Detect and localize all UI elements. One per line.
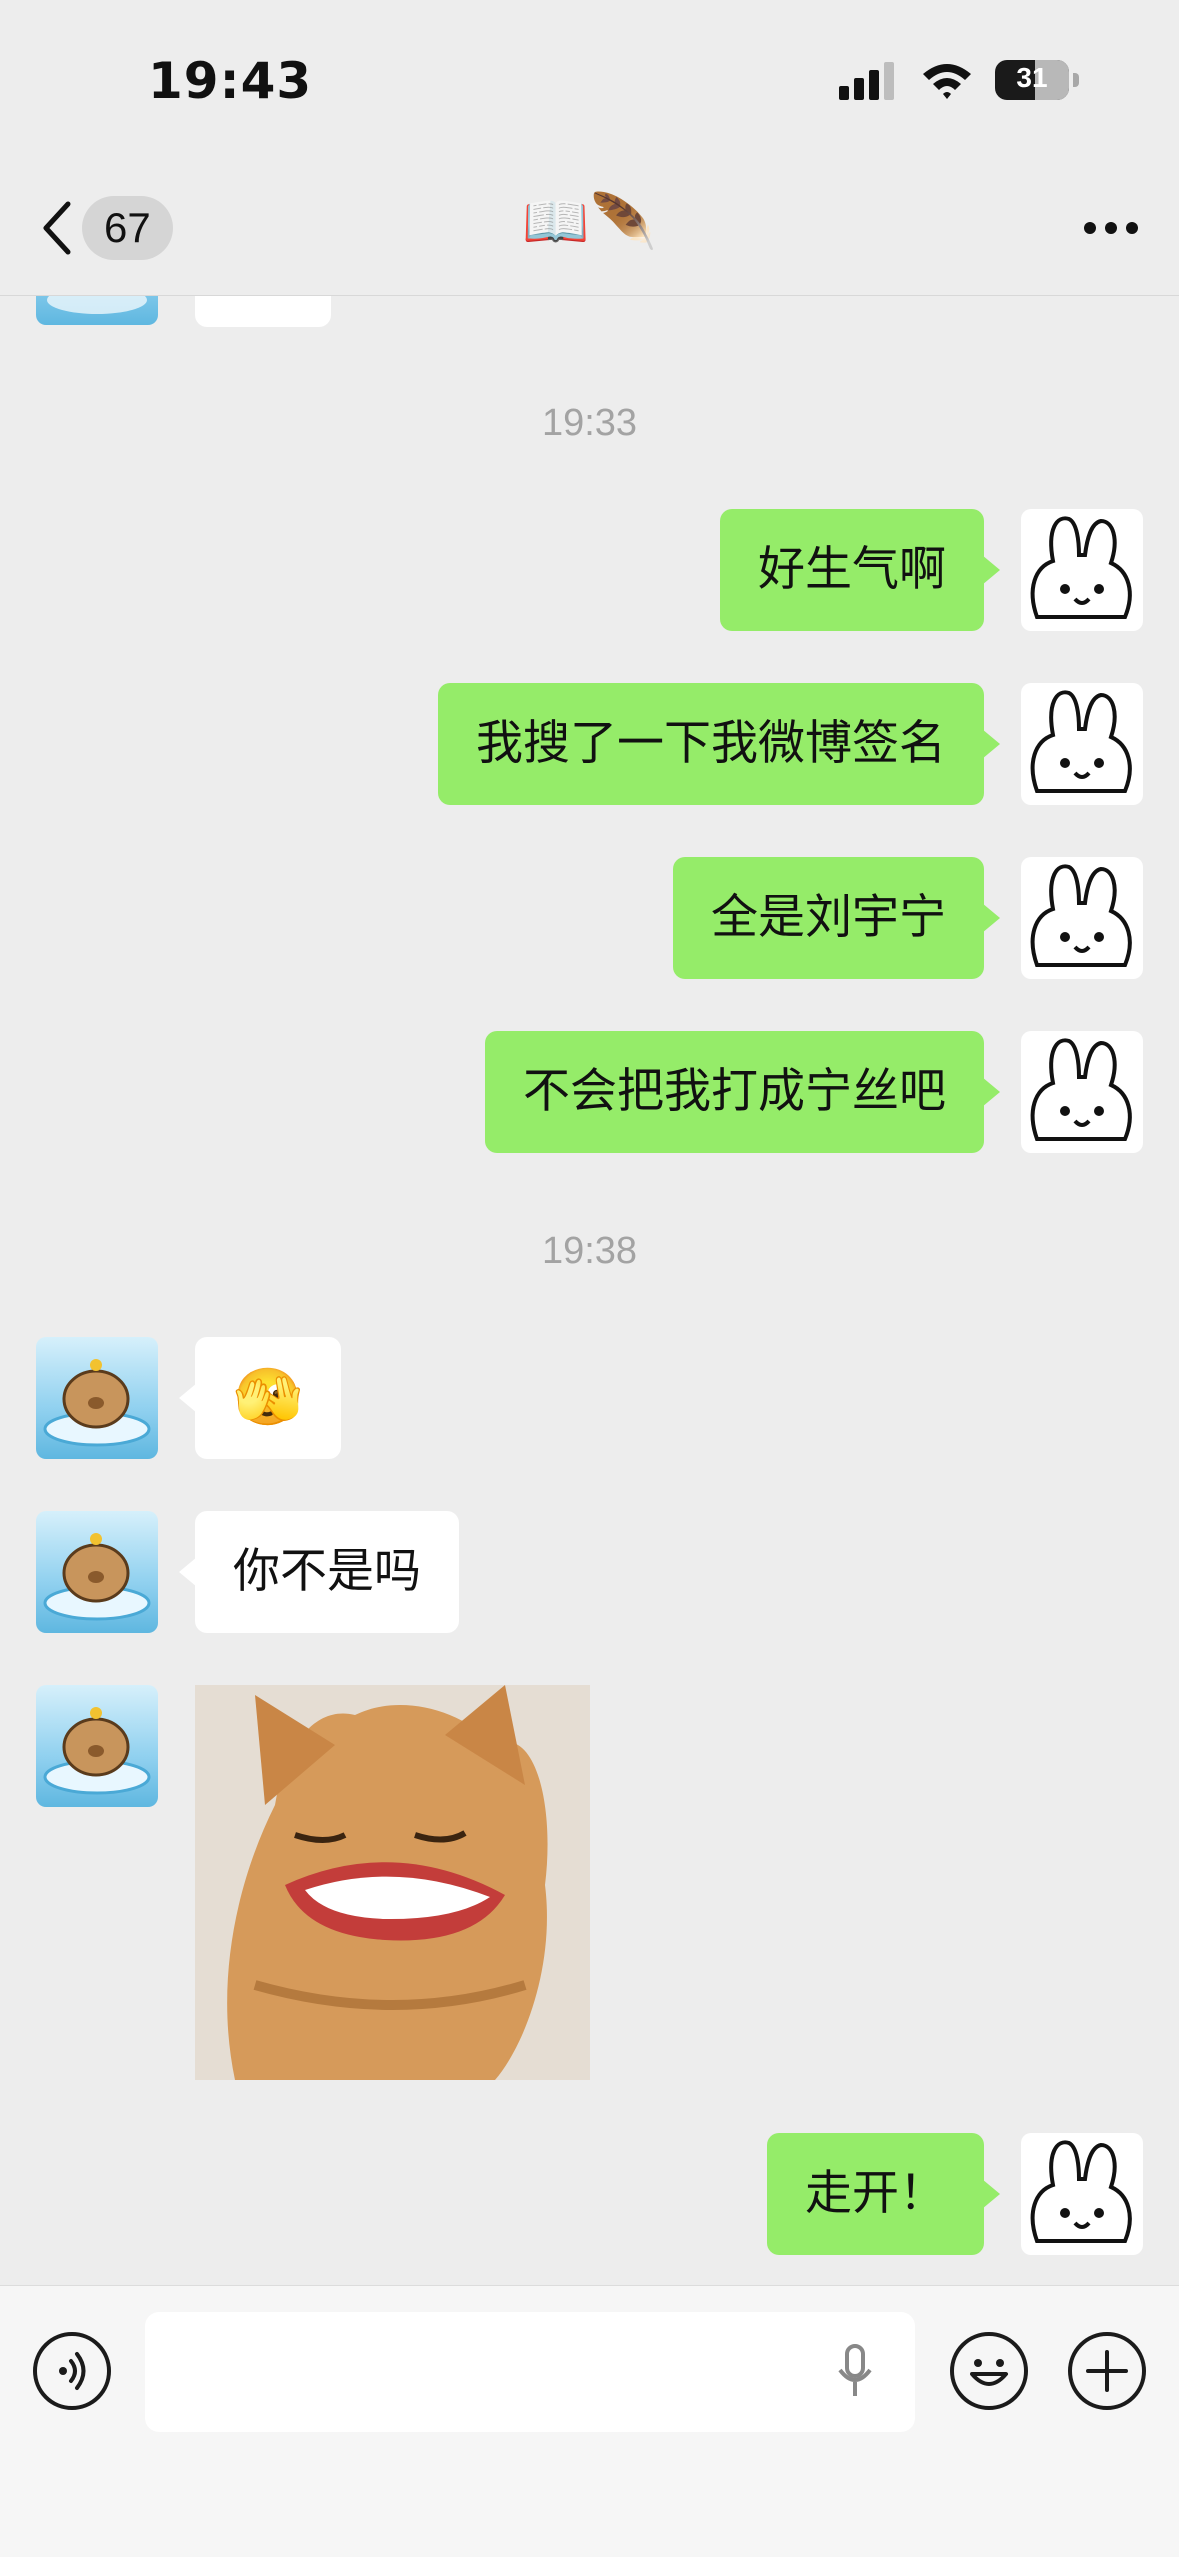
capybara-avatar-icon xyxy=(43,1359,151,1447)
emoji-icon xyxy=(970,2359,1008,2386)
sent-message[interactable]: 不会把我打成宁丝吧 xyxy=(485,1031,1000,1153)
timestamp: 19:38 xyxy=(541,1230,638,1272)
received-message[interactable]: 你不是吗 xyxy=(179,1511,459,1633)
more-button[interactable] xyxy=(1083,220,1139,239)
bunny-avatar-icon xyxy=(1030,690,1132,793)
bunny-avatar-icon xyxy=(1030,864,1132,967)
chat-title: 📖🪶 xyxy=(522,190,657,253)
received-emoji-message[interactable]: 🫣 xyxy=(179,1337,341,1459)
bunny-avatar-icon xyxy=(1030,1038,1132,1141)
cat-sticker-image[interactable] xyxy=(195,1685,590,2080)
more-icon xyxy=(1084,222,1138,234)
my-avatar[interactable] xyxy=(1021,857,1143,979)
capybara-avatar-icon xyxy=(43,1533,151,1621)
bunny-avatar-icon xyxy=(1030,2140,1132,2243)
timestamp: 19:33 xyxy=(541,402,638,444)
sent-message[interactable]: 全是刘宇宁 xyxy=(673,857,1000,979)
my-avatar[interactable] xyxy=(1021,683,1143,805)
my-avatar[interactable] xyxy=(1021,2133,1143,2255)
input-bar xyxy=(0,2285,1179,2557)
more-actions-button[interactable] xyxy=(1068,2332,1146,2410)
my-avatar[interactable] xyxy=(1021,509,1143,631)
voice-icon xyxy=(59,2352,86,2390)
my-avatar[interactable] xyxy=(1021,1031,1143,1153)
sent-message[interactable]: 好生气啊 xyxy=(720,509,1000,631)
chat-header: 67 📖🪶 xyxy=(0,160,1179,296)
contact-avatar[interactable] xyxy=(36,1337,158,1459)
bunny-avatar-icon xyxy=(1030,516,1132,619)
contact-avatar[interactable] xyxy=(36,1511,158,1633)
voice-toggle-button[interactable] xyxy=(33,2332,111,2410)
plus-icon xyxy=(1086,2350,1128,2392)
grinning-cat-sticker xyxy=(195,1685,590,2080)
microphone-icon[interactable] xyxy=(835,2342,875,2402)
capybara-avatar-icon xyxy=(43,1707,151,1795)
emoji-button[interactable] xyxy=(950,2332,1028,2410)
sent-message[interactable]: 走开！ xyxy=(767,2133,1000,2255)
contact-avatar[interactable] xyxy=(36,1685,158,1807)
message-input[interactable] xyxy=(145,2312,915,2432)
sent-message[interactable]: 我搜了一下我微博签名 xyxy=(438,683,1000,805)
chat-area[interactable]: 19:33 好生气啊 我搜了一下我微博签名 全是刘宇宁 不会把我打成宁丝吧 19… xyxy=(0,0,1179,2285)
